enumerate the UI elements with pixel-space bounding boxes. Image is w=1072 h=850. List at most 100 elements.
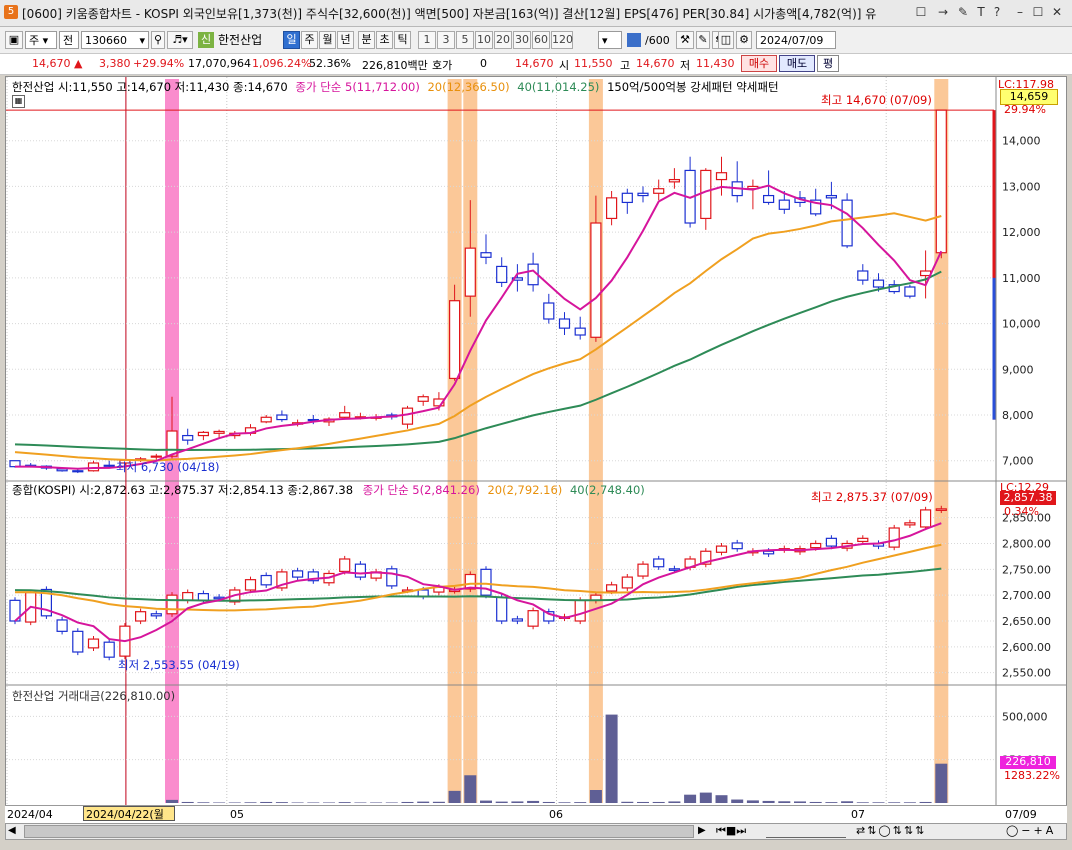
- kospi-body: [87, 638, 100, 649]
- volume-value: 17,070,964: [188, 57, 251, 70]
- zoom-tools-icon[interactable]: ⇄⇅◯⇅⇅⇅: [856, 824, 926, 837]
- turnover-bar: [715, 795, 728, 803]
- zoom-buttons-icon[interactable]: ◯−+A: [1006, 824, 1056, 837]
- scroll-thumb[interactable]: [24, 825, 694, 838]
- interval-3[interactable]: 3: [437, 31, 455, 49]
- help-icon-button[interactable]: ?: [989, 4, 1005, 20]
- candle-body: [841, 199, 853, 247]
- count-icon: [627, 33, 641, 47]
- turnover-bar: [291, 802, 304, 803]
- close-button[interactable]: ✕: [1049, 4, 1065, 20]
- period-minute[interactable]: 분: [358, 31, 375, 49]
- kospi-body: [244, 579, 257, 591]
- chart-area[interactable]: 14,000 13,000 12,000 11,000 10,000 9,000 8,000…: [5, 76, 1067, 822]
- kospi-body: [668, 568, 681, 571]
- grid-toggle-icon[interactable]: ▦: [12, 95, 25, 108]
- chart-scrollbar[interactable]: ◀ ▶ ⏮■⏭ ⇄⇅◯⇅⇅⇅ ◯−+A: [5, 823, 1067, 840]
- maximize-button[interactable]: ☐: [1030, 4, 1046, 20]
- save-icon-button[interactable]: ◫: [718, 31, 734, 49]
- custom-interval-select[interactable]: ▾: [598, 31, 622, 49]
- kospi-body: [72, 630, 84, 653]
- y-tick-label: 2,600.00: [1002, 641, 1051, 654]
- draw-icon-button[interactable]: ✎: [696, 31, 710, 49]
- link-icon-button[interactable]: →: [935, 4, 951, 20]
- pane1-ma20: 20(12,366.50): [427, 80, 510, 94]
- y-tick-label: 7,000: [1002, 455, 1034, 468]
- scroll-right-icon[interactable]: ▶: [698, 825, 706, 836]
- date-input[interactable]: 2024/07/09▦: [756, 31, 836, 65]
- pane1-header: 한전산업 시:11,550 고:14,670 저:11,430 종:14,670…: [12, 79, 779, 95]
- minimize-button[interactable]: –: [1012, 4, 1028, 20]
- period-month[interactable]: 월: [319, 31, 336, 49]
- play-controls-icon[interactable]: ⏮■⏭: [716, 824, 746, 838]
- turnover-bar: [825, 802, 838, 803]
- turnover-bar: [668, 801, 681, 803]
- kospi-body: [637, 563, 649, 577]
- period-second[interactable]: 초: [376, 31, 393, 49]
- period-year[interactable]: 년: [337, 31, 354, 49]
- interval-10[interactable]: 10: [475, 31, 493, 49]
- stock-name: 한전산업: [218, 33, 263, 47]
- edit-icon-button[interactable]: ✎: [955, 4, 971, 20]
- text-icon-button[interactable]: T: [973, 4, 989, 20]
- interval-5[interactable]: 5: [456, 31, 474, 49]
- range-select[interactable]: 전: [59, 31, 79, 49]
- ma40-line: [14, 270, 942, 451]
- kospi-body: [260, 574, 272, 586]
- kospi-body: [653, 558, 665, 568]
- settings-icon-button[interactable]: ⚙: [736, 31, 752, 49]
- interval-30[interactable]: 30: [513, 31, 531, 49]
- candle-body: [668, 178, 681, 183]
- buy-button[interactable]: 매수: [741, 55, 777, 72]
- open-value: 11,550: [574, 57, 613, 70]
- turnover-bar: [464, 775, 477, 803]
- turnover-bar: [338, 802, 351, 803]
- turnover-bar: [401, 801, 414, 803]
- tools-icon-button[interactable]: ⚒: [676, 31, 694, 49]
- y-tick-label: 11,000: [1002, 272, 1041, 285]
- kospi-body: [511, 618, 523, 622]
- pane1-ma40: 40(11,014.25): [517, 80, 600, 94]
- interval-20[interactable]: 20: [494, 31, 512, 49]
- sound-icon-button[interactable]: ♬▾: [167, 31, 193, 49]
- layout-icon-button[interactable]: ▣: [5, 31, 23, 49]
- speed-slider[interactable]: [766, 824, 846, 838]
- candle-body: [872, 279, 885, 288]
- turnover-bar: [307, 802, 320, 803]
- interval-60[interactable]: 60: [532, 31, 550, 49]
- interval-1[interactable]: 1: [418, 31, 436, 49]
- period-day[interactable]: 일: [283, 31, 300, 49]
- turnover-bar: [448, 790, 461, 803]
- date-axis: 2024/04 2024/04/22(월 05 06 07 07/09: [5, 805, 1067, 823]
- stock-code-input[interactable]: 130660 ▾: [81, 31, 149, 49]
- sell-button[interactable]: 매도: [779, 55, 815, 72]
- y-tick-label: 500,000: [1002, 710, 1048, 723]
- period-tick[interactable]: 틱: [394, 31, 411, 49]
- y-tick-label: 2,700.00: [1002, 589, 1051, 602]
- toolbar: ▣ 주 ▾ 전 130660 ▾ ⚲ ♬▾ 신 한전산업 일 주 월 년 분 초 …: [0, 27, 1072, 65]
- candle-body: [621, 192, 633, 204]
- turnover-bar: [919, 801, 932, 803]
- turnover-bar: [480, 800, 492, 803]
- highlight-band: [463, 79, 478, 803]
- scroll-left-icon[interactable]: ◀: [8, 825, 16, 836]
- turnover-bar: [746, 800, 759, 803]
- y-tick-label: 14,000: [1002, 135, 1041, 148]
- y-tick-label: 2,800.00: [1002, 538, 1051, 551]
- turnover-bar: [574, 802, 587, 803]
- candle-body: [103, 464, 115, 467]
- candle-body: [339, 412, 351, 418]
- window-icon-button[interactable]: ☐: [913, 4, 929, 20]
- type-select[interactable]: 주 ▾: [25, 31, 57, 49]
- kospi-body: [825, 537, 838, 547]
- interval-120[interactable]: 120: [551, 31, 573, 49]
- avg-button[interactable]: 평: [817, 55, 839, 72]
- period-week[interactable]: 주: [301, 31, 318, 49]
- search-icon-button[interactable]: ⚲: [151, 31, 165, 49]
- turnover-bar: [542, 801, 555, 803]
- pane2-ma5: 종가 단순 5(2,841.26): [362, 483, 480, 497]
- candle-body: [496, 265, 508, 284]
- pane2-header: 종합(KOSPI) 시:2,872.63 고:2,875.37 저:2,854.…: [12, 482, 645, 498]
- candle-body: [72, 470, 84, 473]
- turnover-bar: [558, 802, 571, 803]
